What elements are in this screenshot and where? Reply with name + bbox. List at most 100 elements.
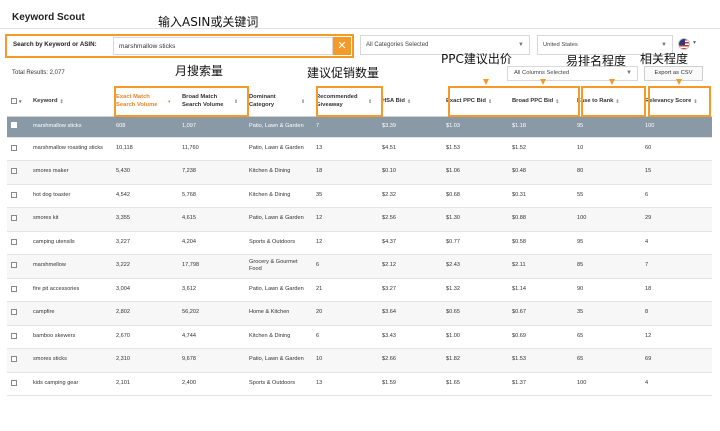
cell-broad: 2,400 [178,372,245,396]
row-checkbox[interactable] [7,116,29,138]
table-row[interactable]: smores kit 3,355 4,615 Patio, Lawn & Garden… [7,207,712,232]
cell-exact: 3,355 [112,207,178,232]
sort-icon: ⇕ [615,98,620,105]
col-broad-match-volume[interactable]: Broad Match Search Volume ⇕ [178,88,245,117]
table-row[interactable]: kids camping gear 2,101 2,400 Sports & Outd… [7,372,712,396]
table-header-row: ▼ Keyword ⇕ Exact Match Search Volume ▾ Br… [7,88,712,117]
cell-broad-ppc: $1.37 [508,372,573,396]
table-row[interactable]: smores sticks 2,310 9,678 Patio, Lawn & Gar… [7,348,712,373]
cell-giveaway: 18 [312,160,378,185]
cell-exact: 2,670 [112,325,178,349]
cell-broad-ppc: $0.67 [508,301,573,326]
table-row[interactable]: hot dog toaster 4,542 5,768 Kitchen & Dinin… [7,184,712,208]
cell-keyword: smores kit [29,207,112,232]
cell-giveaway: 35 [312,184,378,208]
table-row[interactable]: marshmellow 3,222 17,798 Grocery & Gourmet … [7,254,712,279]
select-all-checkbox[interactable]: ▼ [7,88,29,117]
cell-hsa: $2.66 [378,348,442,373]
sort-icon: ⇕ [59,98,64,105]
cell-category: Patio, Lawn & Garden [245,137,312,161]
search-input[interactable] [113,37,333,55]
cell-broad-ppc: $1.53 [508,348,573,373]
cell-broad-ppc: $0.88 [508,207,573,232]
close-icon[interactable]: ✕ [333,37,351,55]
cell-relevancy: 15 [641,160,712,185]
cell-exact-ppc: $1.00 [442,325,508,349]
cell-hsa: $1.59 [378,372,442,396]
cell-ease: 55 [573,184,641,208]
cell-broad: 3,612 [178,278,245,302]
table-row[interactable]: campfire 2,802 56,202 Home & Kitchen 20 $3.64… [7,301,712,326]
row-checkbox[interactable] [7,301,29,326]
cell-exact-ppc: $1.30 [442,207,508,232]
row-checkbox[interactable] [7,278,29,302]
table-row[interactable]: camping utensils 3,227 4,204 Sports & Outdo… [7,231,712,255]
cell-category: Kitchen & Dining [245,325,312,349]
col-exact-match-volume[interactable]: Exact Match Search Volume ▾ [112,88,178,117]
cell-broad: 11,760 [178,137,245,161]
cell-exact-ppc: $0.68 [442,184,508,208]
col-dominant-category[interactable]: Dominant Category ⇕ [245,88,312,117]
col-hsa-bid[interactable]: HSA Bid ⇕ [378,88,442,117]
cell-keyword: kids camping gear [29,372,112,396]
col-keyword[interactable]: Keyword ⇕ [29,88,112,117]
cell-broad: 17,798 [178,254,245,279]
cell-keyword: campfire [29,301,112,326]
arrow-down-icon [540,79,546,85]
cell-keyword: bamboo skewers [29,325,112,349]
cell-ease: 35 [573,301,641,326]
sort-down-icon: ▾ [168,98,171,105]
table-row[interactable]: marshmallow roasting sticks 10,118 11,760 P… [7,137,712,161]
row-checkbox[interactable] [7,325,29,349]
arrow-down-icon [676,79,682,85]
row-checkbox[interactable] [7,137,29,161]
cell-exact: 608 [112,116,178,138]
cell-hsa: $4.37 [378,231,442,255]
cell-giveaway: 10 [312,348,378,373]
row-checkbox[interactable] [7,254,29,279]
sort-icon: ⇕ [487,98,493,105]
table-row[interactable]: fire pit accessories 3,004 3,612 Patio, Law… [7,278,712,302]
cell-broad-ppc: $0.58 [508,231,573,255]
cell-category: Sports & Outdoors [245,372,312,396]
cell-hsa: $4.51 [378,137,442,161]
cell-broad: 1,097 [178,116,245,138]
row-checkbox[interactable] [7,184,29,208]
cell-hsa: $3.64 [378,301,442,326]
sort-icon: ⇕ [368,98,373,105]
cell-keyword: marshmallow roasting sticks [29,137,112,161]
cell-category: Kitchen & Dining [245,184,312,208]
col-relevancy-score[interactable]: Relevancy Score ⇕ [641,88,712,117]
col-ease-to-rank[interactable]: Ease to Rank ⇕ [573,88,641,117]
col-broad-ppc-bid[interactable]: Broad PPC Bid ⇕ [508,88,573,117]
row-checkbox[interactable] [7,348,29,373]
cell-keyword: marshmallow sticks [29,116,112,138]
sort-icon: ⇕ [234,98,239,105]
row-checkbox[interactable] [7,231,29,255]
col-recommended-giveaway[interactable]: Recommended Giveaway ⇕ [312,88,378,117]
cell-keyword: hot dog toaster [29,184,112,208]
keyword-table: ▼ Keyword ⇕ Exact Match Search Volume ▾ Br… [7,88,712,396]
header-divider [0,28,720,29]
row-checkbox[interactable] [7,160,29,185]
cell-relevancy: 6 [641,184,712,208]
cell-broad: 4,615 [178,207,245,232]
row-checkbox[interactable] [7,372,29,396]
export-csv-button[interactable]: Export as CSV [644,66,703,81]
col-exact-ppc-bid[interactable]: Exact PPC Bid ⇕ [442,88,508,117]
search-box: Search by Keyword or ASIN: ✕ [5,34,354,58]
cell-relevancy: 8 [641,301,712,326]
cell-relevancy: 29 [641,207,712,232]
us-flag-icon[interactable] [678,38,690,50]
cell-ease: 80 [573,160,641,185]
annotation-relevancy: 相关程度 [640,52,689,66]
cell-ease: 100 [573,372,641,396]
cell-category: Sports & Outdoors [245,231,312,255]
cell-exact-ppc: $1.53 [442,137,508,161]
table-row[interactable]: smores maker 5,430 7,238 Kitchen & Dining 18… [7,160,712,185]
table-row[interactable]: bamboo skewers 2,670 4,744 Kitchen & Dining… [7,325,712,349]
row-checkbox[interactable] [7,207,29,232]
cell-broad: 5,768 [178,184,245,208]
cell-hsa: $2.56 [378,207,442,232]
table-row[interactable]: marshmallow sticks 608 1,097 Patio, Lawn & … [7,116,712,138]
